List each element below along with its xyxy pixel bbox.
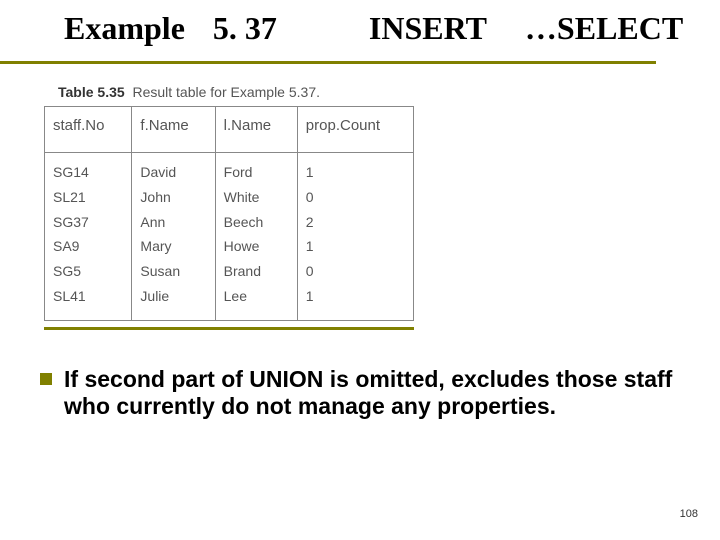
table-cell: 1: [298, 284, 414, 321]
page-number: 108: [680, 508, 698, 520]
body-paragraph: If second part of UNION is omitted, excl…: [40, 366, 686, 420]
caption-label: Table 5.35: [58, 84, 125, 100]
table-cell: 2: [298, 210, 414, 235]
table-cell: John: [132, 185, 215, 210]
result-table: staff.Nof.Namel.Nameprop.Count SG14David…: [44, 106, 414, 321]
table-cell: 0: [298, 185, 414, 210]
table-row: SG37AnnBeech2: [44, 210, 414, 235]
title-word-example: Example: [64, 10, 185, 47]
table-cell: SG5: [44, 259, 132, 284]
table-header-cell: staff.No: [44, 106, 132, 153]
table-cell: Howe: [216, 234, 298, 259]
table-row: SA9MaryHowe1: [44, 234, 414, 259]
table-header-cell: f.Name: [132, 106, 215, 153]
table-cell: Susan: [132, 259, 215, 284]
table-cell: Ann: [132, 210, 215, 235]
title-word-ellipsis: …: [525, 10, 557, 47]
table-cell: 1: [298, 234, 414, 259]
title-word-number: 5. 37: [213, 10, 277, 47]
table-cell: SA9: [44, 234, 132, 259]
table-cell: Julie: [132, 284, 215, 321]
table-cell: SG37: [44, 210, 132, 235]
slide-title: Example 5. 37 INSERT … SELECT: [64, 10, 686, 47]
table-cell: Lee: [216, 284, 298, 321]
table-cell: 0: [298, 259, 414, 284]
square-bullet-icon: [40, 373, 52, 385]
table-cell: SL21: [44, 185, 132, 210]
table-underline: [44, 327, 414, 330]
title-word-select: SELECT: [557, 10, 683, 47]
table-cell: 1: [298, 153, 414, 185]
table-cell: Mary: [132, 234, 215, 259]
table-cell: David: [132, 153, 215, 185]
table-cell: Ford: [216, 153, 298, 185]
table-cell: SL41: [44, 284, 132, 321]
table-row: SL21JohnWhite0: [44, 185, 414, 210]
table-caption: Table 5.35 Result table for Example 5.37…: [58, 84, 414, 100]
title-word-insert: INSERT: [369, 10, 487, 47]
table-row: SG5SusanBrand0: [44, 259, 414, 284]
table-header-cell: prop.Count: [298, 106, 414, 153]
table-cell: Brand: [216, 259, 298, 284]
table-header-cell: l.Name: [216, 106, 298, 153]
caption-text: Result table for Example 5.37.: [132, 84, 320, 100]
table-row: SG14DavidFord1: [44, 153, 414, 185]
table-cell: Beech: [216, 210, 298, 235]
table-cell: SG14: [44, 153, 132, 185]
table-cell: White: [216, 185, 298, 210]
table-row: SL41JulieLee1: [44, 284, 414, 321]
body-text-content: If second part of UNION is omitted, excl…: [64, 366, 672, 419]
result-table-figure: Table 5.35 Result table for Example 5.37…: [44, 84, 414, 330]
